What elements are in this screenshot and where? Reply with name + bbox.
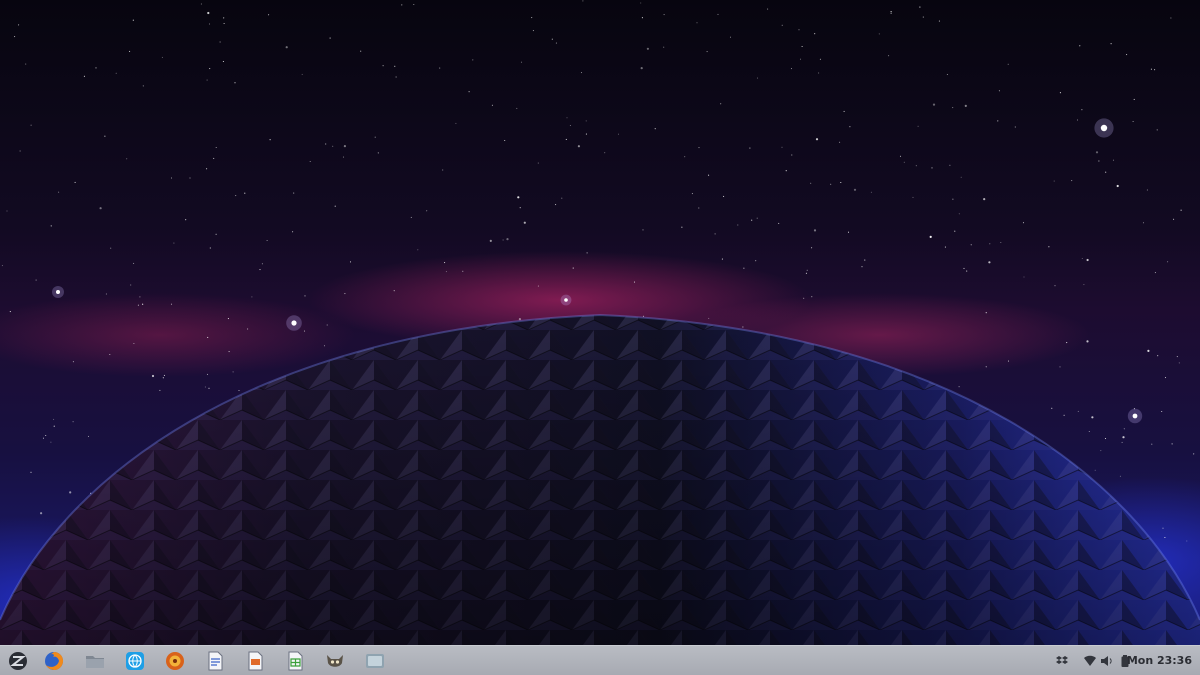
volume-tray[interactable] (1101, 655, 1113, 667)
spreadsheet-icon (288, 651, 303, 671)
presentation-icon (248, 651, 263, 671)
music-player-launcher[interactable] (165, 651, 185, 671)
presentation-launcher[interactable] (245, 651, 265, 671)
dropbox-tray[interactable] (1056, 655, 1068, 667)
screenshot-launcher[interactable] (365, 651, 385, 671)
dome-structure (0, 313, 1200, 645)
desktop-wallpaper (0, 0, 1200, 645)
web-browser-launcher[interactable] (125, 651, 145, 671)
firefox-icon (45, 651, 64, 670)
firefox-launcher[interactable] (44, 651, 64, 671)
clock[interactable]: Mon 23:36 (1127, 653, 1192, 669)
screenshot-icon (366, 654, 384, 668)
gimp-icon (327, 655, 343, 667)
zorin-menu-button[interactable] (8, 651, 28, 671)
dropbox-icon (1056, 656, 1068, 664)
taskbar: Mon 23:36 (0, 645, 1200, 675)
document-icon (208, 651, 223, 671)
speaker-icon (1101, 656, 1112, 666)
document-viewer-launcher[interactable] (205, 651, 225, 671)
wifi-icon (1084, 655, 1096, 666)
files-launcher[interactable] (85, 651, 105, 671)
globe-icon (126, 652, 144, 670)
gimp-launcher[interactable] (325, 651, 345, 671)
network-tray[interactable] (1084, 655, 1096, 667)
zorin-logo-icon (9, 652, 27, 670)
folder-icon (86, 656, 104, 668)
spreadsheet-launcher[interactable] (285, 651, 305, 671)
music-player-icon (166, 652, 184, 670)
